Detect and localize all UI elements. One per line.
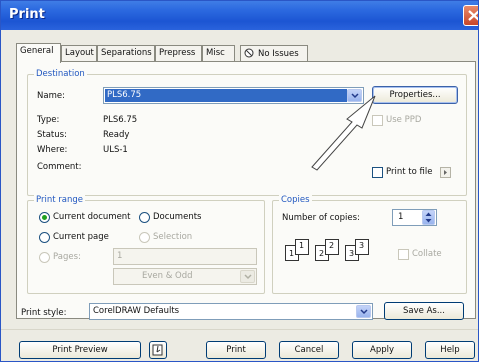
- window-title: Print: [9, 7, 45, 22]
- general-panel: Destination Name: PLS6.75 Properties... …: [16, 61, 476, 319]
- collate-preview: 1 1 2 2 3 3: [285, 239, 375, 263]
- close-icon: [468, 10, 478, 21]
- pages-input[interactable]: 1: [113, 248, 257, 265]
- page-icon-number: 1: [299, 241, 305, 250]
- page-icon-number: 3: [359, 241, 365, 250]
- tab-label: General: [20, 46, 54, 56]
- page-icon-number: 3: [349, 249, 355, 258]
- print-style-label: Print style:: [21, 308, 67, 318]
- page-icon: 3: [355, 239, 369, 255]
- preview-toggle-button[interactable]: [149, 341, 167, 359]
- chevron-down-icon: [360, 309, 368, 315]
- save-as-button[interactable]: Save As...: [384, 302, 464, 320]
- number-of-copies-input[interactable]: 1: [392, 209, 437, 226]
- preview-icon: [152, 344, 163, 356]
- copies-group-label: Copies: [279, 195, 312, 205]
- print-dialog: Print General Layout Separations Prepres…: [0, 0, 479, 362]
- print-style-dropdown-button[interactable]: [356, 305, 371, 318]
- pages-radio[interactable]: [39, 252, 50, 263]
- even-odd-select[interactable]: Even & Odd: [113, 268, 257, 285]
- current-page-label: Current page: [53, 232, 109, 242]
- title-bar[interactable]: Print: [1, 1, 478, 30]
- selection-radio[interactable]: [139, 232, 150, 243]
- tab-label: Separations: [101, 48, 152, 58]
- number-of-copies-label: Number of copies:: [282, 213, 360, 223]
- tab-prepress[interactable]: Prepress: [155, 45, 202, 62]
- page-icon: 1: [295, 239, 309, 255]
- current-document-label: Current document: [53, 212, 131, 222]
- spinner-arrows-icon: [425, 212, 432, 223]
- even-odd-value: Even & Odd: [142, 271, 193, 281]
- print-preview-button[interactable]: Print Preview: [19, 341, 141, 359]
- number-of-copies-value: 1: [398, 212, 404, 222]
- cancel-button[interactable]: Cancel: [279, 341, 339, 359]
- print-style-select[interactable]: CorelDRAW Defaults: [89, 303, 373, 320]
- page-icon-number: 2: [319, 249, 325, 258]
- apply-button[interactable]: Apply: [352, 341, 412, 359]
- selection-label: Selection: [153, 232, 193, 242]
- collate-checkbox[interactable]: [398, 249, 409, 260]
- page-icon-number: 1: [289, 249, 295, 258]
- documents-radio[interactable]: [139, 212, 150, 223]
- print-button[interactable]: Print: [206, 341, 266, 359]
- tab-label: Layout: [65, 48, 94, 58]
- tab-separations[interactable]: Separations: [97, 45, 155, 62]
- print-style-value: CorelDRAW Defaults: [93, 306, 180, 316]
- help-button[interactable]: Help: [425, 341, 475, 359]
- tab-no-issues[interactable]: No Issues: [240, 45, 308, 62]
- collate-label: Collate: [412, 249, 442, 259]
- current-document-radio[interactable]: [39, 212, 50, 223]
- page-icon-number: 2: [329, 241, 335, 250]
- footer-divider: [1, 329, 478, 330]
- tab-label: No Issues: [258, 48, 299, 59]
- tab-layout[interactable]: Layout: [61, 45, 97, 62]
- tab-misc[interactable]: Misc: [202, 45, 235, 62]
- documents-label: Documents: [153, 212, 202, 222]
- current-page-radio[interactable]: [39, 232, 50, 243]
- pages-label: Pages:: [53, 252, 81, 262]
- tab-general[interactable]: General: [16, 43, 61, 63]
- copies-spinner[interactable]: [422, 210, 435, 225]
- close-button[interactable]: [463, 5, 478, 26]
- tab-label: Misc: [206, 48, 225, 58]
- page-icon: 2: [325, 239, 339, 255]
- tab-label: Prepress: [159, 48, 196, 58]
- even-odd-dropdown-button[interactable]: [240, 270, 255, 283]
- pages-input-value: 1: [117, 251, 123, 261]
- print-range-group-label: Print range: [34, 195, 85, 205]
- chevron-down-icon: [244, 274, 252, 280]
- no-issues-icon: [244, 48, 254, 58]
